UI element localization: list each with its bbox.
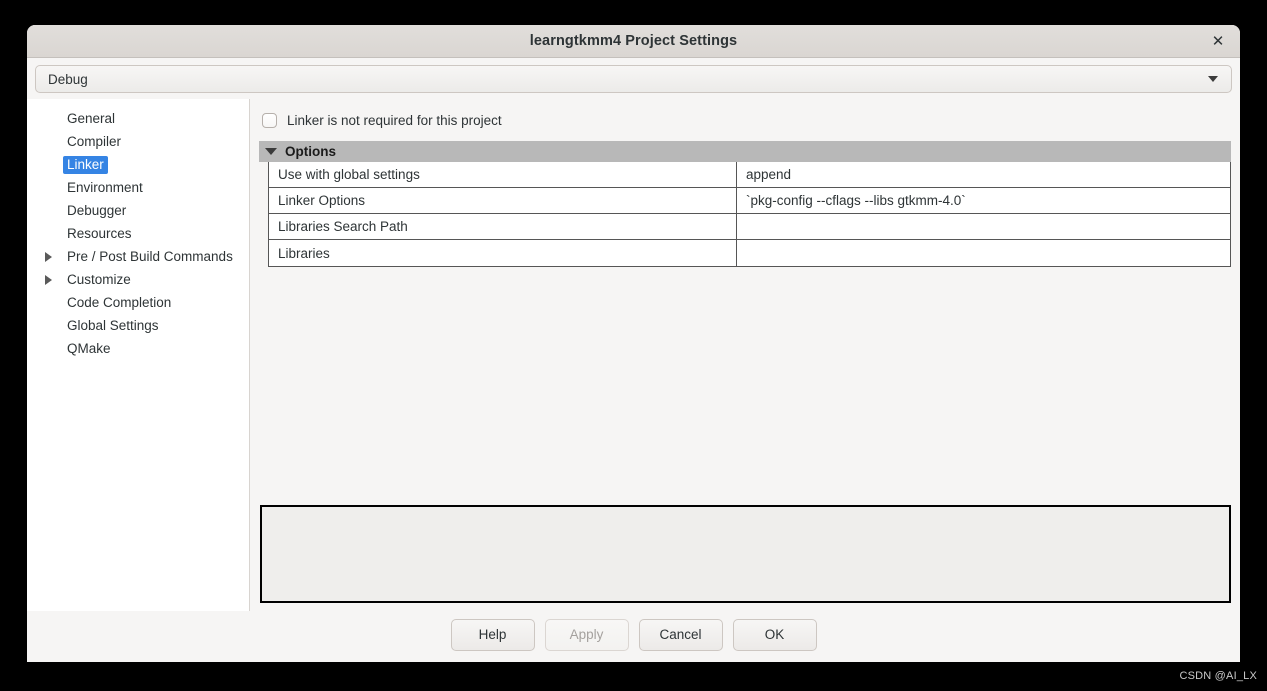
linker-not-required-label: Linker is not required for this project [287,112,502,128]
sidebar-item-label: Pre / Post Build Commands [67,248,233,264]
help-button[interactable]: Help [450,618,535,651]
window-titlebar: learngtkmm4 Project Settings ✕ [27,25,1240,58]
ok-button[interactable]: OK [732,618,817,651]
sidebar-item-customize[interactable]: Customize [27,268,249,291]
window-body: General Compiler Linker Environment Debugger… [27,99,1240,611]
sidebar-item-debugger[interactable]: Debugger [27,199,249,222]
sidebar-item-environment[interactable]: Environment [27,176,249,199]
watermark: CSDN @AI_LX [1179,670,1257,682]
sidebar-item-label: General [67,110,116,126]
triangle-down-icon [265,148,277,155]
sidebar-item-qmake[interactable]: QMake [27,337,249,360]
description-pane [260,505,1231,603]
screen-root: learngtkmm4 Project Settings ✕ Debug Gen… [0,0,1267,691]
sidebar-item-linker[interactable]: Linker [27,153,249,176]
sidebar-item-pre-post-build-commands[interactable]: Pre / Post Build Commands [27,245,249,268]
option-value-cell[interactable]: append [737,162,1230,187]
option-key-cell[interactable]: Libraries [269,240,737,266]
table-row[interactable]: Use with global settings append [269,162,1230,188]
settings-content-pane: Linker is not required for this project … [250,99,1240,611]
table-row[interactable]: Libraries [269,240,1230,266]
option-key-cell[interactable]: Use with global settings [269,162,737,187]
configuration-value: Debug [48,71,88,87]
triangle-right-glyph [45,274,52,285]
sidebar-item-label: Code Completion [67,294,172,310]
sidebar-item-compiler[interactable]: Compiler [27,130,249,153]
option-value-cell[interactable] [737,214,1230,239]
project-settings-window: learngtkmm4 Project Settings ✕ Debug Gen… [27,25,1240,662]
sidebar-item-label: Linker [63,155,108,174]
triangle-right-glyph [45,251,52,262]
apply-button: Apply [544,618,629,651]
options-group-title: Options [285,144,336,159]
cancel-button[interactable]: Cancel [638,618,723,651]
configuration-row: Debug [27,58,1240,99]
option-key-cell[interactable]: Libraries Search Path [269,214,737,239]
window-title: learngtkmm4 Project Settings [529,33,738,49]
option-value-cell[interactable] [737,240,1230,266]
dialog-footer: Help Apply Cancel OK [27,611,1240,662]
sidebar-item-general[interactable]: General [27,107,249,130]
options-group-header[interactable]: Options [259,141,1231,162]
sidebar-item-label: Debugger [67,202,127,218]
linker-not-required-row: Linker is not required for this project [259,107,1231,133]
sidebar-item-label: Global Settings [67,317,159,333]
sidebar-item-label: Environment [67,179,143,195]
sidebar-item-label: Compiler [67,133,122,149]
close-icon[interactable]: ✕ [1206,29,1230,53]
table-row[interactable]: Linker Options `pkg-config --cflags --lib… [269,188,1230,214]
sidebar-item-resources[interactable]: Resources [27,222,249,245]
option-value-cell[interactable]: `pkg-config --cflags --libs gtkmm-4.0` [737,188,1230,213]
sidebar-item-label: Resources [67,225,132,241]
configuration-select[interactable]: Debug [35,65,1232,93]
sidebar-item-label: Customize [67,271,131,287]
table-row[interactable]: Libraries Search Path [269,214,1230,240]
sidebar-item-global-settings[interactable]: Global Settings [27,314,249,337]
settings-sidebar: General Compiler Linker Environment Debugger… [27,99,250,611]
sidebar-item-label: QMake [67,340,111,356]
chevron-down-icon [1208,76,1218,82]
options-table: Use with global settings append Linker Opt… [268,162,1231,267]
option-key-cell[interactable]: Linker Options [269,188,737,213]
sidebar-item-code-completion[interactable]: Code Completion [27,291,249,314]
linker-not-required-checkbox[interactable] [262,112,277,128]
triangle-right-icon[interactable] [45,274,63,285]
triangle-right-icon[interactable] [45,251,63,262]
